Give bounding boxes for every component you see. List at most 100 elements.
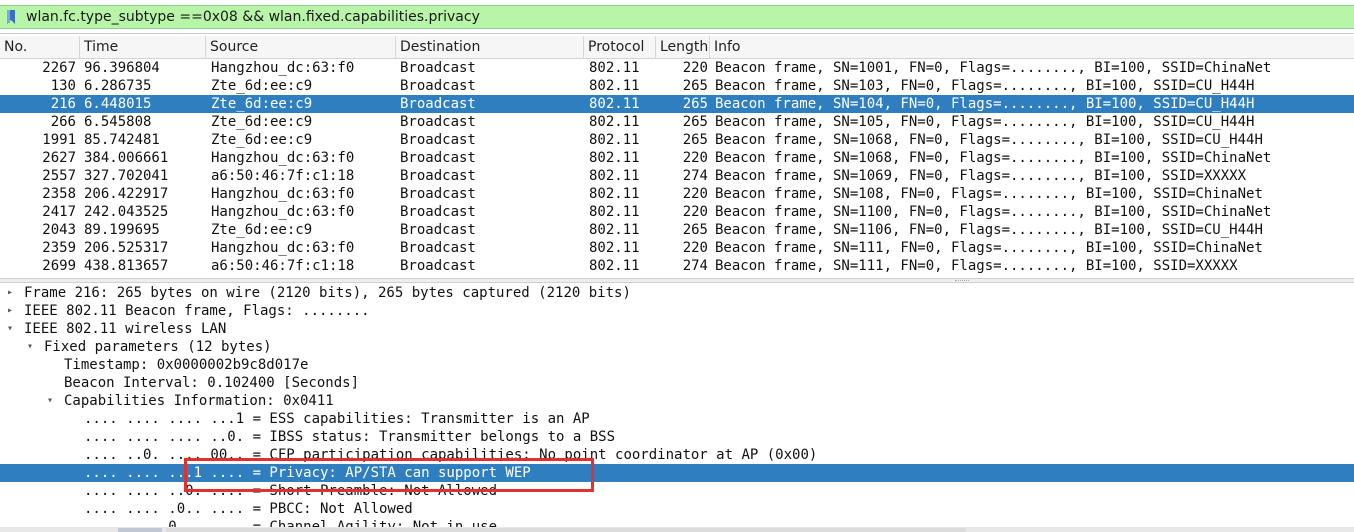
packet-cell-destination: Broadcast [400, 78, 476, 94]
packet-row[interactable]: 2699 438.813657 a6:50:46:7f:c1:18 Broadcast… [0, 257, 1354, 275]
detail-tree-label: IEEE 802.11 Beacon frame, Flags: .......… [24, 303, 370, 319]
packet-cell-no: 2557 [42, 168, 76, 184]
packet-cell-length: 265 [682, 222, 708, 238]
packet-cell-source: Hangzhou_dc:63:f0 [211, 240, 355, 256]
packet-cell-destination: Broadcast [400, 258, 476, 274]
expanded-arrow-icon[interactable]: ▾ [24, 338, 36, 356]
detail-tree-row[interactable]: ▾ Fixed parameters (12 bytes) [0, 338, 1354, 356]
packet-cell-protocol: 802.11 [589, 168, 640, 184]
packet-cell-info: Beacon frame, SN=1001, FN=0, Flags=.....… [715, 60, 1272, 76]
column-header-no[interactable]: No. [0, 36, 80, 58]
scrollbar-segment [118, 528, 162, 532]
packet-cell-info: Beacon frame, SN=1069, FN=0, Flags=.....… [715, 168, 1247, 184]
packet-cell-destination: Broadcast [400, 132, 476, 148]
column-header-info[interactable]: Info [710, 36, 1354, 58]
detail-tree-label: .... .... .... ...1 = ESS capabilities: … [84, 411, 590, 427]
packet-cell-protocol: 802.11 [589, 78, 640, 94]
packet-cell-source: Zte_6d:ee:c9 [211, 96, 313, 112]
detail-tree-label: .... .... .0.. .... = PBCC: Not Allowed [84, 501, 413, 517]
packet-cell-no: 2267 [42, 60, 76, 76]
packet-cell-time: 384.006661 [84, 150, 169, 166]
column-header-length[interactable]: Length [656, 36, 710, 58]
scrollbar-thumb[interactable] [166, 528, 966, 532]
packet-cell-info: Beacon frame, SN=1068, FN=0, Flags=.....… [715, 132, 1263, 148]
collapsed-arrow-icon[interactable]: ▸ [4, 284, 16, 302]
display-filter-bar[interactable]: wlan.fc.type_subtype ==0x08 && wlan.fixe… [0, 5, 1354, 29]
detail-tree-row[interactable]: Timestamp: 0x0000002b9c8d017e [0, 356, 1354, 374]
packet-row[interactable]: 2557 327.702041 a6:50:46:7f:c1:18 Broadcast… [0, 167, 1354, 185]
packet-cell-no: 2417 [42, 204, 76, 220]
packet-cell-protocol: 802.11 [589, 60, 640, 76]
packet-row[interactable]: 2417 242.043525 Hangzhou_dc:63:f0 Broadcast… [0, 203, 1354, 221]
packet-cell-protocol: 802.11 [589, 222, 640, 238]
detail-tree-label: Fixed parameters (12 bytes) [44, 339, 272, 355]
packet-cell-info: Beacon frame, SN=104, FN=0, Flags=......… [715, 96, 1255, 112]
packet-cell-length: 265 [682, 114, 708, 130]
packet-cell-source: Hangzhou_dc:63:f0 [211, 60, 355, 76]
packet-cell-source: Zte_6d:ee:c9 [211, 78, 313, 94]
packet-row[interactable]: 2627 384.006661 Hangzhou_dc:63:f0 Broadcast… [0, 149, 1354, 167]
column-header-source[interactable]: Source [206, 36, 396, 58]
annotation-highlight-box [184, 458, 594, 492]
packet-cell-time: 6.545808 [84, 114, 152, 130]
display-filter-input[interactable]: wlan.fc.type_subtype ==0x08 && wlan.fixe… [26, 9, 480, 25]
packet-cell-protocol: 802.11 [589, 258, 640, 274]
packet-cell-destination: Broadcast [400, 186, 476, 202]
packet-cell-info: Beacon frame, SN=111, FN=0, Flags=......… [715, 258, 1238, 274]
packet-list[interactable]: No. Time Source Destination Protocol Len… [0, 36, 1354, 278]
collapsed-arrow-icon[interactable]: ▸ [4, 302, 16, 320]
column-header-time[interactable]: Time [80, 36, 206, 58]
packet-cell-length: 265 [682, 132, 708, 148]
detail-tree-label: .... .... .... ..0. = IBSS status: Trans… [84, 429, 616, 445]
detail-tree-row[interactable]: .... .... .... ...1 = ESS capabilities: … [0, 410, 1354, 428]
packet-cell-destination: Broadcast [400, 114, 476, 130]
packet-row[interactable]: 266 6.545808 Zte_6d:ee:c9 Broadcast 802.11 26… [0, 113, 1354, 131]
expanded-arrow-icon[interactable]: ▾ [4, 320, 16, 338]
packet-cell-source: Hangzhou_dc:63:f0 [211, 186, 355, 202]
detail-tree-row[interactable]: Beacon Interval: 0.102400 [Seconds] [0, 374, 1354, 392]
packet-cell-no: 130 [50, 78, 76, 94]
bookmark-icon[interactable] [6, 10, 16, 24]
column-header-destination[interactable]: Destination [396, 36, 584, 58]
packet-cell-protocol: 802.11 [589, 96, 640, 112]
expanded-arrow-icon[interactable]: ▾ [44, 392, 56, 410]
detail-tree-row[interactable]: ▸ Frame 216: 265 bytes on wire (2120 bits… [0, 284, 1354, 302]
packet-cell-protocol: 802.11 [589, 114, 640, 130]
packet-row[interactable]: 2359 206.525317 Hangzhou_dc:63:f0 Broadcast… [0, 239, 1354, 257]
packet-row[interactable]: 130 6.286735 Zte_6d:ee:c9 Broadcast 802.11 26… [0, 77, 1354, 95]
packet-cell-no: 2699 [42, 258, 76, 274]
packet-row[interactable]: 2043 89.199695 Zte_6d:ee:c9 Broadcast 802.11… [0, 221, 1354, 239]
packet-cell-destination: Broadcast [400, 168, 476, 184]
horizontal-scrollbar[interactable] [0, 527, 1354, 532]
packet-cell-length: 220 [682, 240, 708, 256]
detail-tree-label: Beacon Interval: 0.102400 [Seconds] [64, 375, 360, 391]
detail-tree-row[interactable]: ▾ Capabilities Information: 0x0411 [0, 392, 1354, 410]
packet-cell-time: 242.043525 [84, 204, 169, 220]
packet-cell-source: a6:50:46:7f:c1:18 [211, 258, 355, 274]
column-header-protocol[interactable]: Protocol [584, 36, 656, 58]
packet-cell-source: Hangzhou_dc:63:f0 [211, 204, 355, 220]
packet-row[interactable]: 216 6.448015 Zte_6d:ee:c9 Broadcast 802.11 26… [0, 95, 1354, 113]
packet-row[interactable]: 1991 85.742481 Zte_6d:ee:c9 Broadcast 802.11… [0, 131, 1354, 149]
packet-cell-source: Zte_6d:ee:c9 [211, 132, 313, 148]
detail-tree-label: Frame 216: 265 bytes on wire (2120 bits)… [24, 285, 631, 301]
packet-cell-info: Beacon frame, SN=1068, FN=0, Flags=.....… [715, 150, 1272, 166]
detail-tree-row[interactable]: .... .... .0.. .... = PBCC: Not Allowed [0, 500, 1354, 518]
detail-tree-row[interactable]: .... .... .... ..0. = IBSS status: Trans… [0, 428, 1354, 446]
packet-row[interactable]: 2267 96.396804 Hangzhou_dc:63:f0 Broadcast 8… [0, 59, 1354, 77]
detail-tree-row[interactable]: ▸ IEEE 802.11 Beacon frame, Flags: ......… [0, 302, 1354, 320]
packet-cell-time: 85.742481 [84, 132, 160, 148]
detail-tree-label: Timestamp: 0x0000002b9c8d017e [64, 357, 309, 373]
packet-cell-no: 2358 [42, 186, 76, 202]
packet-cell-protocol: 802.11 [589, 240, 640, 256]
packet-row[interactable]: 2358 206.422917 Hangzhou_dc:63:f0 Broadcast… [0, 185, 1354, 203]
packet-cell-info: Beacon frame, SN=111, FN=0, Flags=......… [715, 240, 1263, 256]
packet-cell-protocol: 802.11 [589, 204, 640, 220]
packet-cell-length: 274 [682, 258, 708, 274]
detail-tree-row[interactable]: ▾ IEEE 802.11 wireless LAN [0, 320, 1354, 338]
packet-details-tree[interactable]: ▸ Frame 216: 265 bytes on wire (2120 bits… [0, 283, 1354, 532]
packet-cell-length: 220 [682, 186, 708, 202]
packet-cell-destination: Broadcast [400, 96, 476, 112]
packet-cell-time: 6.286735 [84, 78, 152, 94]
packet-cell-length: 220 [682, 60, 708, 76]
